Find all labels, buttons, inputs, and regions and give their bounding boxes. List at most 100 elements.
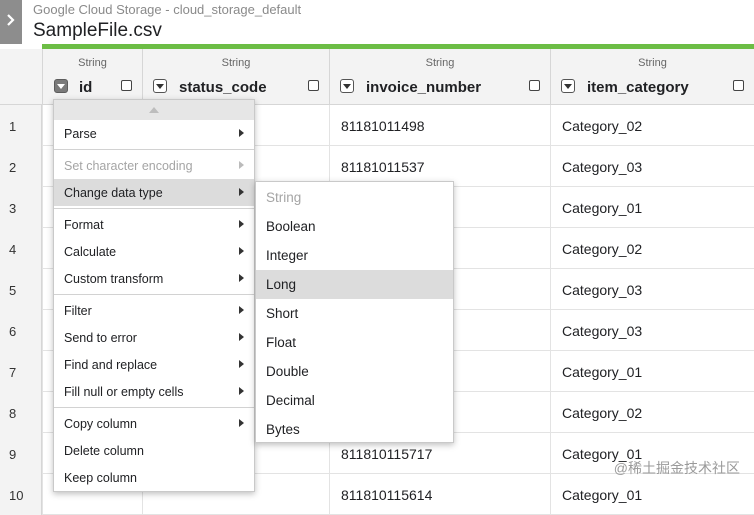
top-header: Google Cloud Storage - cloud_storage_def… <box>0 0 754 44</box>
submenu-arrow-icon <box>239 387 244 395</box>
type-option-long[interactable]: Long <box>256 270 453 299</box>
type-option-boolean[interactable]: Boolean <box>256 212 453 241</box>
cell-item-category[interactable]: Category_01 <box>550 351 754 392</box>
column-type-label: String <box>221 57 251 69</box>
submenu-arrow-icon <box>239 129 244 137</box>
breadcrumb: Google Cloud Storage - cloud_storage_def… <box>33 2 302 17</box>
cell-invoice-number[interactable]: 81181011498 <box>329 105 550 146</box>
menu-divider <box>54 208 254 209</box>
menu-item-calculate[interactable]: Calculate <box>54 238 254 265</box>
caret-up-icon <box>149 107 159 113</box>
menu-item-label: Custom transform <box>64 272 164 286</box>
menu-item-label: Copy column <box>64 417 137 431</box>
expand-panel-button[interactable] <box>0 0 22 44</box>
menu-item-label: Set character encoding <box>64 159 193 173</box>
cell-item-category[interactable]: Category_03 <box>550 269 754 310</box>
cell-item-category[interactable]: Category_03 <box>550 146 754 187</box>
column-name: status_code <box>179 79 267 96</box>
cell-item-category[interactable]: Category_01 <box>550 187 754 228</box>
menu-item-keep-column[interactable]: Keep column <box>54 464 254 491</box>
menu-scroll-up[interactable] <box>54 100 254 120</box>
column-name: id <box>79 79 93 96</box>
column-header-item-category[interactable]: String item_category <box>550 49 754 104</box>
type-option-integer[interactable]: Integer <box>256 241 453 270</box>
menu-item-send-to-error[interactable]: Send to error <box>54 324 254 351</box>
row-number: 10 <box>0 474 42 515</box>
menu-divider <box>54 294 254 295</box>
menu-item-label: Change data type <box>64 186 163 200</box>
menu-item-label: Keep column <box>64 471 137 485</box>
row-number: 1 <box>0 105 42 146</box>
menu-divider <box>54 149 254 150</box>
cell-item-category[interactable]: Category_03 <box>550 310 754 351</box>
menu-item-custom-transform[interactable]: Custom transform <box>54 265 254 292</box>
watermark: @稀土掘金技术社区 <box>613 460 740 476</box>
row-number: 8 <box>0 392 42 433</box>
row-number: 3 <box>0 187 42 228</box>
menu-item-filter[interactable]: Filter <box>54 297 254 324</box>
column-select-checkbox[interactable] <box>121 80 132 91</box>
column-header-status-code[interactable]: String status_code <box>142 49 329 104</box>
menu-item-set-character-encoding: Set character encoding <box>54 152 254 179</box>
cell-item-category[interactable]: Category_01 <box>550 474 754 515</box>
type-option-short[interactable]: Short <box>256 299 453 328</box>
menu-item-label: Delete column <box>64 444 144 458</box>
row-number: 2 <box>0 146 42 187</box>
column-menu-dropdown[interactable] <box>54 79 68 93</box>
menu-item-label: Send to error <box>64 331 137 345</box>
caret-down-icon <box>564 83 572 89</box>
row-number: 6 <box>0 310 42 351</box>
cell-item-category[interactable]: Category_02 <box>550 105 754 146</box>
column-context-menu: Parse Set character encoding Change data… <box>53 99 255 492</box>
column-menu-dropdown[interactable] <box>561 79 575 93</box>
row-number: 7 <box>0 351 42 392</box>
menu-item-fill-null-or-empty-cells[interactable]: Fill null or empty cells <box>54 378 254 405</box>
caret-down-icon <box>343 83 351 89</box>
type-option-decimal[interactable]: Decimal <box>256 386 453 415</box>
type-option-float[interactable]: Float <box>256 328 453 357</box>
menu-item-change-data-type[interactable]: Change data type <box>54 179 254 206</box>
column-select-checkbox[interactable] <box>308 80 319 91</box>
type-option-double[interactable]: Double <box>256 357 453 386</box>
menu-item-label: Calculate <box>64 245 117 259</box>
data-type-submenu: String Boolean Integer Long Short Float … <box>255 181 454 443</box>
submenu-arrow-icon <box>239 220 244 228</box>
cell-invoice-number[interactable]: 811810115614 <box>329 474 550 515</box>
column-type-label: String <box>78 57 107 69</box>
row-number: 9 <box>0 433 42 474</box>
menu-item-parse[interactable]: Parse <box>54 120 254 147</box>
row-number: 4 <box>0 228 42 269</box>
column-type-label: String <box>638 57 667 69</box>
submenu-arrow-icon <box>239 419 244 427</box>
column-menu-dropdown[interactable] <box>153 79 167 93</box>
submenu-arrow-icon <box>239 360 244 368</box>
column-name: invoice_number <box>366 79 482 96</box>
cell-item-category[interactable]: Category_02 <box>550 392 754 433</box>
menu-item-delete-column[interactable]: Delete column <box>54 437 254 464</box>
menu-divider <box>54 407 254 408</box>
caret-down-icon <box>156 83 164 89</box>
menu-item-label: Parse <box>64 127 97 141</box>
menu-item-find-and-replace[interactable]: Find and replace <box>54 351 254 378</box>
submenu-arrow-icon <box>239 188 244 196</box>
menu-item-copy-column[interactable]: Copy column <box>54 410 254 437</box>
column-type-label: String <box>425 57 455 69</box>
submenu-arrow-icon <box>239 274 244 282</box>
type-option-bytes[interactable]: Bytes <box>256 415 453 444</box>
submenu-arrow-icon <box>239 333 244 341</box>
column-header-invoice-number[interactable]: String invoice_number <box>329 49 550 104</box>
caret-down-icon <box>57 83 65 89</box>
column-name: item_category <box>587 79 689 96</box>
menu-item-label: Format <box>64 218 104 232</box>
submenu-arrow-icon <box>239 306 244 314</box>
column-menu-dropdown[interactable] <box>340 79 354 93</box>
row-number: 5 <box>0 269 42 310</box>
column-select-checkbox[interactable] <box>733 80 744 91</box>
column-header-id[interactable]: String id <box>42 49 142 104</box>
menu-item-format[interactable]: Format <box>54 211 254 238</box>
submenu-arrow-icon <box>239 247 244 255</box>
menu-item-label: Filter <box>64 304 92 318</box>
cell-item-category[interactable]: Category_02 <box>550 228 754 269</box>
menu-item-label: Fill null or empty cells <box>64 385 184 399</box>
column-select-checkbox[interactable] <box>529 80 540 91</box>
